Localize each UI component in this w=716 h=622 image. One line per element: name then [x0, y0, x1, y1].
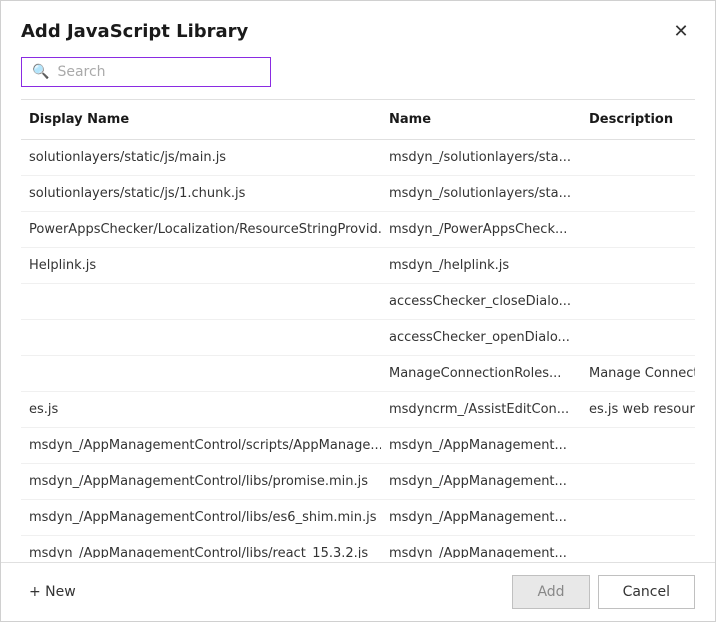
table-row[interactable]: Helplink.jsmsdyn_/helplink.js	[21, 248, 695, 284]
cell-description	[581, 284, 695, 319]
cell-display-name: msdyn_/AppManagementControl/libs/react_1…	[21, 536, 381, 558]
cell-description	[581, 212, 695, 247]
cell-description: es.js web resource.	[581, 392, 695, 427]
cell-description	[581, 428, 695, 463]
cell-description	[581, 500, 695, 535]
footer-actions: Add Cancel	[512, 575, 695, 609]
cell-name: msdyn_/AppManagement...	[381, 536, 581, 558]
cell-display-name: solutionlayers/static/js/1.chunk.js	[21, 176, 381, 211]
table-row[interactable]: accessChecker_closeDialo...	[21, 284, 695, 320]
cell-name: msdyn_/AppManagement...	[381, 464, 581, 499]
dialog-header: Add JavaScript Library ✕	[1, 1, 715, 57]
table-container: Display Name Name Description solutionla…	[21, 99, 695, 558]
cell-name: msdyn_/AppManagement...	[381, 500, 581, 535]
cell-display-name: Helplink.js	[21, 248, 381, 283]
cell-display-name: msdyn_/AppManagementControl/scripts/AppM…	[21, 428, 381, 463]
cell-name: accessChecker_openDialo...	[381, 320, 581, 355]
cell-description	[581, 140, 695, 175]
col-name: Name	[381, 108, 581, 131]
table-body[interactable]: solutionlayers/static/js/main.jsmsdyn_/s…	[21, 140, 695, 558]
table-row[interactable]: es.jsmsdyncrm_/AssistEditCon...es.js web…	[21, 392, 695, 428]
cancel-button[interactable]: Cancel	[598, 575, 695, 609]
cell-display-name: msdyn_/AppManagementControl/libs/promise…	[21, 464, 381, 499]
new-button[interactable]: + New	[21, 578, 84, 606]
table-row[interactable]: msdyn_/AppManagementControl/scripts/AppM…	[21, 428, 695, 464]
cell-name: msdyn_/helplink.js	[381, 248, 581, 283]
cell-display-name: msdyn_/AppManagementControl/libs/es6_shi…	[21, 500, 381, 535]
cell-display-name: solutionlayers/static/js/main.js	[21, 140, 381, 175]
table-row[interactable]: accessChecker_openDialo...	[21, 320, 695, 356]
search-container: 🔍	[1, 57, 715, 99]
cell-description	[581, 464, 695, 499]
cell-display-name	[21, 320, 381, 355]
search-input[interactable]	[57, 64, 260, 80]
cell-name: msdyncrm_/AssistEditCon...	[381, 392, 581, 427]
cell-name: msdyn_/solutionlayers/sta...	[381, 140, 581, 175]
table-row[interactable]: solutionlayers/static/js/main.jsmsdyn_/s…	[21, 140, 695, 176]
close-button[interactable]: ✕	[667, 17, 695, 45]
cell-description	[581, 320, 695, 355]
add-button[interactable]: Add	[512, 575, 589, 609]
table-row[interactable]: solutionlayers/static/js/1.chunk.jsmsdyn…	[21, 176, 695, 212]
cell-name: msdyn_/solutionlayers/sta...	[381, 176, 581, 211]
cell-display-name: es.js	[21, 392, 381, 427]
dialog-title: Add JavaScript Library	[21, 21, 248, 42]
table-header: Display Name Name Description	[21, 100, 695, 140]
table-row[interactable]: msdyn_/AppManagementControl/libs/react_1…	[21, 536, 695, 558]
cell-display-name: PowerAppsChecker/Localization/ResourceSt…	[21, 212, 381, 247]
cell-description: Manage Connect...	[581, 356, 695, 391]
table-row[interactable]: PowerAppsChecker/Localization/ResourceSt…	[21, 212, 695, 248]
cell-name: msdyn_/AppManagement...	[381, 428, 581, 463]
cell-name: ManageConnectionRoles...	[381, 356, 581, 391]
cell-description	[581, 176, 695, 211]
table-row[interactable]: ManageConnectionRoles...Manage Connect..…	[21, 356, 695, 392]
search-box: 🔍	[21, 57, 271, 87]
table-row[interactable]: msdyn_/AppManagementControl/libs/es6_shi…	[21, 500, 695, 536]
table-row[interactable]: msdyn_/AppManagementControl/libs/promise…	[21, 464, 695, 500]
cell-description	[581, 536, 695, 558]
col-description: Description	[581, 108, 695, 131]
cell-display-name	[21, 356, 381, 391]
cell-name: accessChecker_closeDialo...	[381, 284, 581, 319]
add-js-library-dialog: Add JavaScript Library ✕ 🔍 Display Name …	[0, 0, 716, 622]
cell-display-name	[21, 284, 381, 319]
cell-description	[581, 248, 695, 283]
cell-name: msdyn_/PowerAppsCheck...	[381, 212, 581, 247]
col-display-name: Display Name	[21, 108, 381, 131]
dialog-footer: + New Add Cancel	[1, 562, 715, 621]
search-icon: 🔍	[32, 64, 49, 80]
